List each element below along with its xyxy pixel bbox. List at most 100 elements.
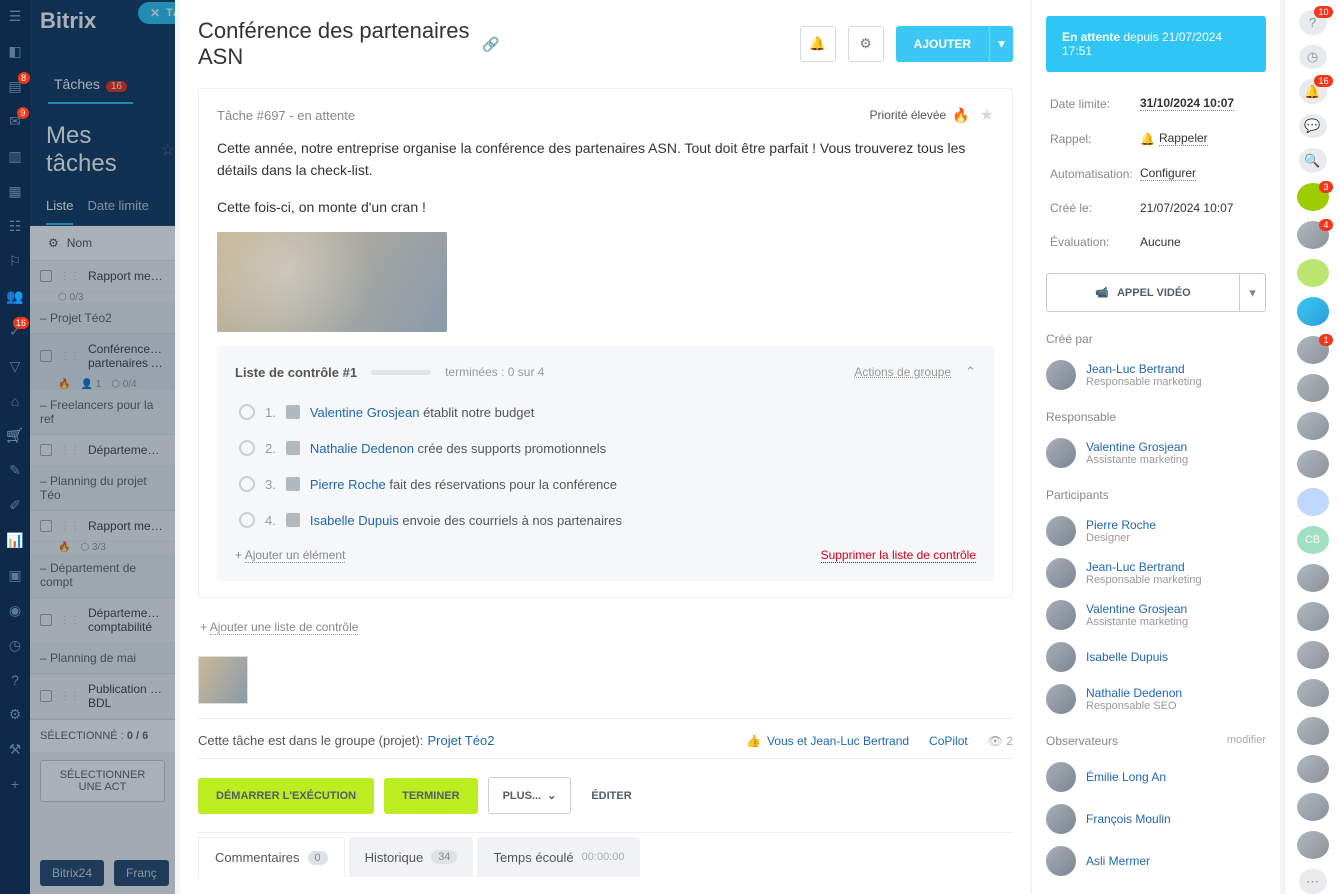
table-row[interactable]: ⋮⋮Département ma — [30, 435, 175, 466]
rail-icon-16[interactable]: ▣ — [8, 567, 21, 584]
table-row[interactable]: ⋮⋮Rapport mensuel — [30, 261, 175, 292]
rail-icon-12[interactable]: 🛒 — [6, 427, 23, 444]
person-name[interactable]: Valentine Grosjean — [1086, 602, 1188, 616]
check-circle[interactable] — [239, 404, 255, 420]
person-name[interactable]: Valentine Grosjean — [1086, 440, 1188, 454]
likes-text[interactable]: Vous et Jean-Luc Bertrand — [767, 734, 909, 748]
contact-avatar[interactable]: 3 — [1297, 183, 1329, 211]
assignee-link[interactable]: Nathalie Dedenon — [310, 441, 414, 456]
contact-avatar[interactable] — [1297, 641, 1329, 669]
table-row[interactable]: ⋮⋮Conférence despartenaires ASN — [30, 334, 175, 379]
video-caret[interactable]: ▾ — [1240, 273, 1266, 312]
contact-avatar[interactable] — [1297, 679, 1329, 707]
add-checklist-item[interactable]: + Ajouter un élément — [235, 548, 345, 563]
check-circle[interactable] — [239, 440, 255, 456]
avatar[interactable] — [1046, 438, 1076, 468]
drag-icon[interactable]: ⋮⋮ — [60, 445, 80, 456]
assignee-link[interactable]: Isabelle Dupuis — [310, 513, 399, 528]
person-name[interactable]: Nathalie Dedenon — [1086, 686, 1182, 700]
rail-icon-8[interactable]: 👥 — [6, 288, 23, 305]
rail-icon-2[interactable]: ▤8 — [8, 78, 21, 95]
group-header[interactable]: – Freelancers pour la ref — [30, 390, 175, 435]
project-link[interactable]: Projet Téo2 — [427, 733, 494, 748]
more-button[interactable]: PLUS...⌄ — [488, 777, 572, 814]
bell-icon[interactable]: 🔔16 — [1299, 79, 1327, 104]
table-row[interactable]: ⋮⋮Rapport mensuel — [30, 511, 175, 542]
drag-icon[interactable]: ⋮⋮ — [60, 615, 80, 626]
tab-tasks[interactable]: Tâches 16 — [48, 66, 133, 104]
tab-time[interactable]: Temps écoulé00:00:00 — [477, 837, 640, 877]
start-button[interactable]: DÉMARRER L'EXÉCUTION — [198, 778, 374, 814]
avatar[interactable] — [1046, 804, 1076, 834]
person-name[interactable]: Jean-Luc Bertrand — [1086, 362, 1202, 376]
copilot-link[interactable]: CoPilot — [929, 734, 968, 748]
rail-icon-21[interactable]: ⚒ — [9, 741, 22, 758]
contact-avatar[interactable]: 1 — [1297, 336, 1329, 364]
help-icon[interactable]: ?10 — [1299, 10, 1327, 35]
avatar[interactable] — [1046, 600, 1076, 630]
settings-button[interactable]: ⚙ — [848, 26, 884, 62]
checkbox[interactable] — [40, 444, 52, 456]
deadline-value[interactable]: 31/10/2024 10:07 — [1140, 96, 1234, 111]
link-icon[interactable]: 🔗 — [482, 36, 499, 53]
checkbox[interactable] — [40, 350, 52, 362]
person-name[interactable]: Pierre Roche — [1086, 518, 1156, 532]
rail-icon-14[interactable]: ✐ — [9, 497, 21, 514]
group-header[interactable]: – Département de compt — [30, 553, 175, 598]
rail-icon-20[interactable]: ⚙ — [9, 706, 22, 723]
checkbox[interactable] — [40, 690, 52, 702]
drag-icon[interactable]: ⋮⋮ — [60, 521, 80, 532]
add-icon[interactable]: + — [11, 776, 19, 792]
search-icon[interactable]: 🔍 — [1299, 148, 1327, 173]
contact-avatar[interactable]: 4 — [1297, 221, 1329, 249]
contact-avatar[interactable] — [1297, 564, 1329, 592]
person-name[interactable]: Émilie Long An — [1086, 770, 1166, 784]
rail-icon-3[interactable]: ✉9 — [9, 113, 21, 130]
checkbox[interactable] — [40, 520, 52, 532]
gear-icon[interactable]: ⚙ — [48, 236, 59, 250]
select-action-button[interactable]: SÉLECTIONNER UNE ACT — [40, 760, 165, 802]
bitrix-chip[interactable]: Bitrix24 — [40, 860, 104, 886]
rail-icon-15[interactable]: 📊 — [6, 532, 23, 549]
person-name[interactable]: Jean-Luc Bertrand — [1086, 560, 1202, 574]
contact-avatar[interactable] — [1297, 297, 1329, 325]
drag-icon[interactable]: ⋮⋮ — [60, 691, 80, 702]
person-name[interactable]: Isabelle Dupuis — [1086, 650, 1168, 664]
star-icon[interactable]: ☆ — [161, 140, 175, 160]
tab-history[interactable]: Historique34 — [349, 837, 474, 877]
avatar[interactable] — [1046, 558, 1076, 588]
remind-link[interactable]: Rappeler — [1159, 131, 1208, 146]
table-row[interactable]: ⋮⋮Publication de l'BDL — [30, 674, 175, 719]
add-checklist-link[interactable]: + Ajouter une liste de contrôle — [198, 612, 1013, 642]
rail-icon-18[interactable]: ◷ — [9, 637, 21, 654]
contact-avatar[interactable] — [1297, 412, 1329, 440]
clock-icon[interactable]: ◷ — [1299, 45, 1327, 70]
assignee-link[interactable]: Valentine Grosjean — [310, 405, 420, 420]
person-name[interactable]: François Moulin — [1086, 812, 1171, 826]
group-actions-link[interactable]: Actions de groupe — [854, 365, 951, 379]
list-tab-deadline[interactable]: Date limite — [87, 188, 148, 225]
avatar[interactable] — [1046, 684, 1076, 714]
drag-icon[interactable]: ⋮⋮ — [60, 271, 80, 282]
avatar[interactable] — [1046, 360, 1076, 390]
contact-avatar[interactable] — [1297, 374, 1329, 402]
task-image[interactable] — [217, 232, 447, 332]
checkbox[interactable] — [40, 270, 52, 282]
edit-button[interactable]: ÉDITER — [581, 790, 641, 802]
finish-button[interactable]: TERMINER — [384, 778, 477, 814]
contact-avatar[interactable] — [1297, 717, 1329, 745]
add-caret[interactable]: ▾ — [989, 26, 1013, 62]
rail-icon-7[interactable]: ⚐ — [9, 253, 22, 270]
contact-avatar[interactable] — [1297, 755, 1329, 783]
delete-checklist[interactable]: Supprimer la liste de contrôle — [821, 548, 976, 563]
table-row[interactable]: ⋮⋮Département decomptabilité — [30, 598, 175, 643]
avatar[interactable] — [1046, 846, 1076, 876]
rail-icon-1[interactable]: ◧ — [8, 43, 21, 60]
contact-avatar[interactable] — [1297, 793, 1329, 821]
rail-icon-5[interactable]: ▦ — [8, 183, 21, 200]
check-circle[interactable] — [239, 512, 255, 528]
contact-avatar[interactable] — [1297, 259, 1329, 287]
avatar[interactable] — [1046, 516, 1076, 546]
close-icon[interactable]: ✕ — [150, 6, 160, 20]
add-button[interactable]: AJOUTER — [896, 26, 989, 62]
